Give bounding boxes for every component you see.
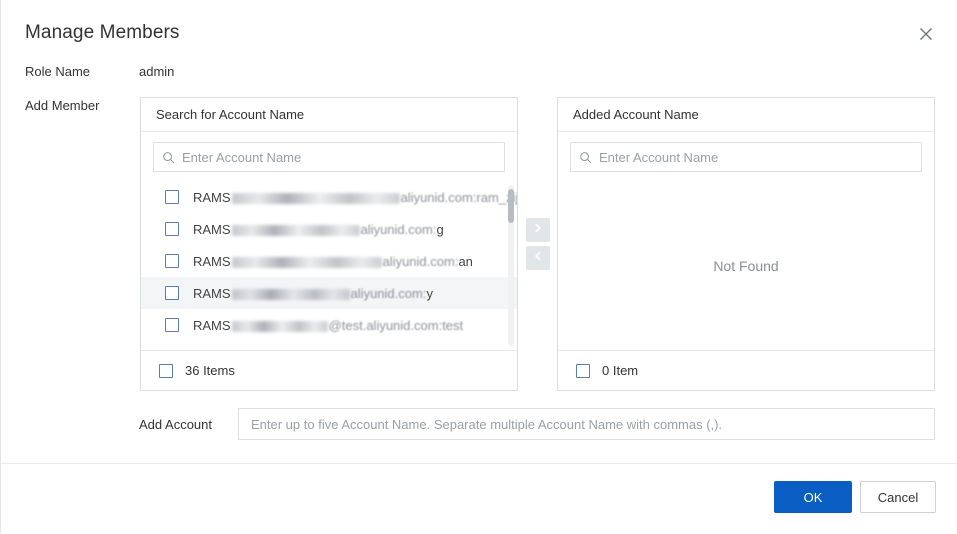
chevron-right-icon <box>532 221 544 239</box>
transfer-to-right-button[interactable] <box>526 218 550 242</box>
search-icon <box>571 151 599 164</box>
target-list-body: Not Found <box>558 181 934 350</box>
target-select-all-checkbox[interactable] <box>576 363 590 378</box>
list-item-checkbox[interactable] <box>165 286 179 300</box>
source-search-wrapper <box>141 132 517 180</box>
list-item-prefix: RAMS <box>193 189 231 205</box>
redacted-account-name <box>231 256 382 268</box>
list-item-prefix: RAMS <box>193 221 231 237</box>
list-item[interactable]: RAMS aliyunid.com:y <box>141 277 517 309</box>
added-account-panel: Added Account Name Not Found 0 Item <box>557 97 935 391</box>
transfer-to-left-button[interactable] <box>526 246 550 270</box>
redacted-account-name <box>231 288 350 300</box>
list-item-suffix: aliyunid.com: <box>350 285 427 301</box>
source-search-input[interactable] <box>182 143 504 171</box>
list-item-suffix: @test.aliyunid.com:test <box>328 317 464 333</box>
source-panel-header: Search for Account Name <box>141 98 517 132</box>
list-item[interactable]: RAMS aliyunid.com:g <box>141 213 517 245</box>
page-title: Manage Members <box>25 22 180 43</box>
list-item-suffix: aliyunid.com: <box>382 253 459 269</box>
source-list-body: RAMSaliyunid.com:ram_ziji_imageder…RAMSa… <box>141 181 517 350</box>
chevron-left-icon <box>532 249 544 267</box>
target-empty-state: Not Found <box>713 257 779 274</box>
list-item-prefix: RAMS <box>193 285 231 301</box>
list-item-label: RAMS aliyunid.com:an <box>193 254 473 269</box>
list-item-suffix: aliyunid.com: <box>360 221 437 237</box>
role-name-label: Role Name <box>25 64 91 79</box>
add-account-label: Add Account <box>139 417 212 432</box>
add-account-input[interactable] <box>238 408 935 440</box>
list-item[interactable]: RAMS @test.aliyunid.com:test <box>141 309 517 341</box>
list-item-label: RAMS @test.aliyunid.com:test <box>193 318 463 333</box>
list-item-checkbox[interactable] <box>165 190 179 204</box>
add-member-label: Add Member <box>25 98 100 113</box>
search-icon <box>154 151 182 164</box>
target-item-count: 0 Item <box>602 363 639 378</box>
list-item-tail: y <box>426 285 433 301</box>
list-item-tail: an <box>458 253 473 269</box>
list-item[interactable]: RAMS aliyunid.com:an <box>141 245 517 277</box>
source-select-all-checkbox[interactable] <box>159 363 173 378</box>
redacted-account-name <box>231 192 400 204</box>
manage-members-dialog: Manage Members Role Name admin Add Membe… <box>0 0 957 533</box>
source-list-scrollbar[interactable] <box>508 185 514 346</box>
source-item-count: 36 Items <box>185 363 235 378</box>
dialog-header: Manage Members <box>1 0 957 66</box>
source-list-scrollbar-thumb[interactable] <box>508 189 514 223</box>
target-search-box[interactable] <box>570 142 922 172</box>
source-list: RAMSaliyunid.com:ram_ziji_imageder…RAMSa… <box>141 181 517 341</box>
role-name-value: admin <box>139 64 175 79</box>
list-item-checkbox[interactable] <box>165 254 179 268</box>
list-item-prefix: RAMS <box>193 317 231 333</box>
redacted-account-name <box>231 224 360 236</box>
list-item-label: RAMS aliyunid.com:g <box>193 222 444 237</box>
target-panel-header: Added Account Name <box>558 98 934 132</box>
cancel-button[interactable]: Cancel <box>860 481 936 513</box>
ok-button[interactable]: OK <box>774 481 852 513</box>
source-search-box[interactable] <box>153 142 505 172</box>
dialog-footer: OK Cancel <box>1 463 957 534</box>
target-search-input[interactable] <box>599 143 921 171</box>
close-icon[interactable] <box>913 21 939 47</box>
list-item-suffix: aliyunid.com:ram_ziji_image <box>400 189 517 205</box>
target-search-wrapper <box>558 132 934 180</box>
redacted-account-name <box>231 320 328 332</box>
list-item-checkbox[interactable] <box>165 222 179 236</box>
list-item-label: RAMSaliyunid.com:ram_ziji_imageder… <box>193 190 517 205</box>
source-panel-footer: 36 Items <box>141 350 517 390</box>
list-item-label: RAMS aliyunid.com:y <box>193 286 433 301</box>
list-item-prefix: RAMS <box>193 253 231 269</box>
list-item-tail: g <box>436 221 444 237</box>
target-panel-footer: 0 Item <box>558 350 934 390</box>
source-account-panel: Search for Account Name RAMS aliyunid.com… <box>140 97 518 391</box>
list-item[interactable]: RAMSaliyunid.com:ram_ziji_imageder… <box>141 181 517 213</box>
list-item-checkbox[interactable] <box>165 318 179 332</box>
